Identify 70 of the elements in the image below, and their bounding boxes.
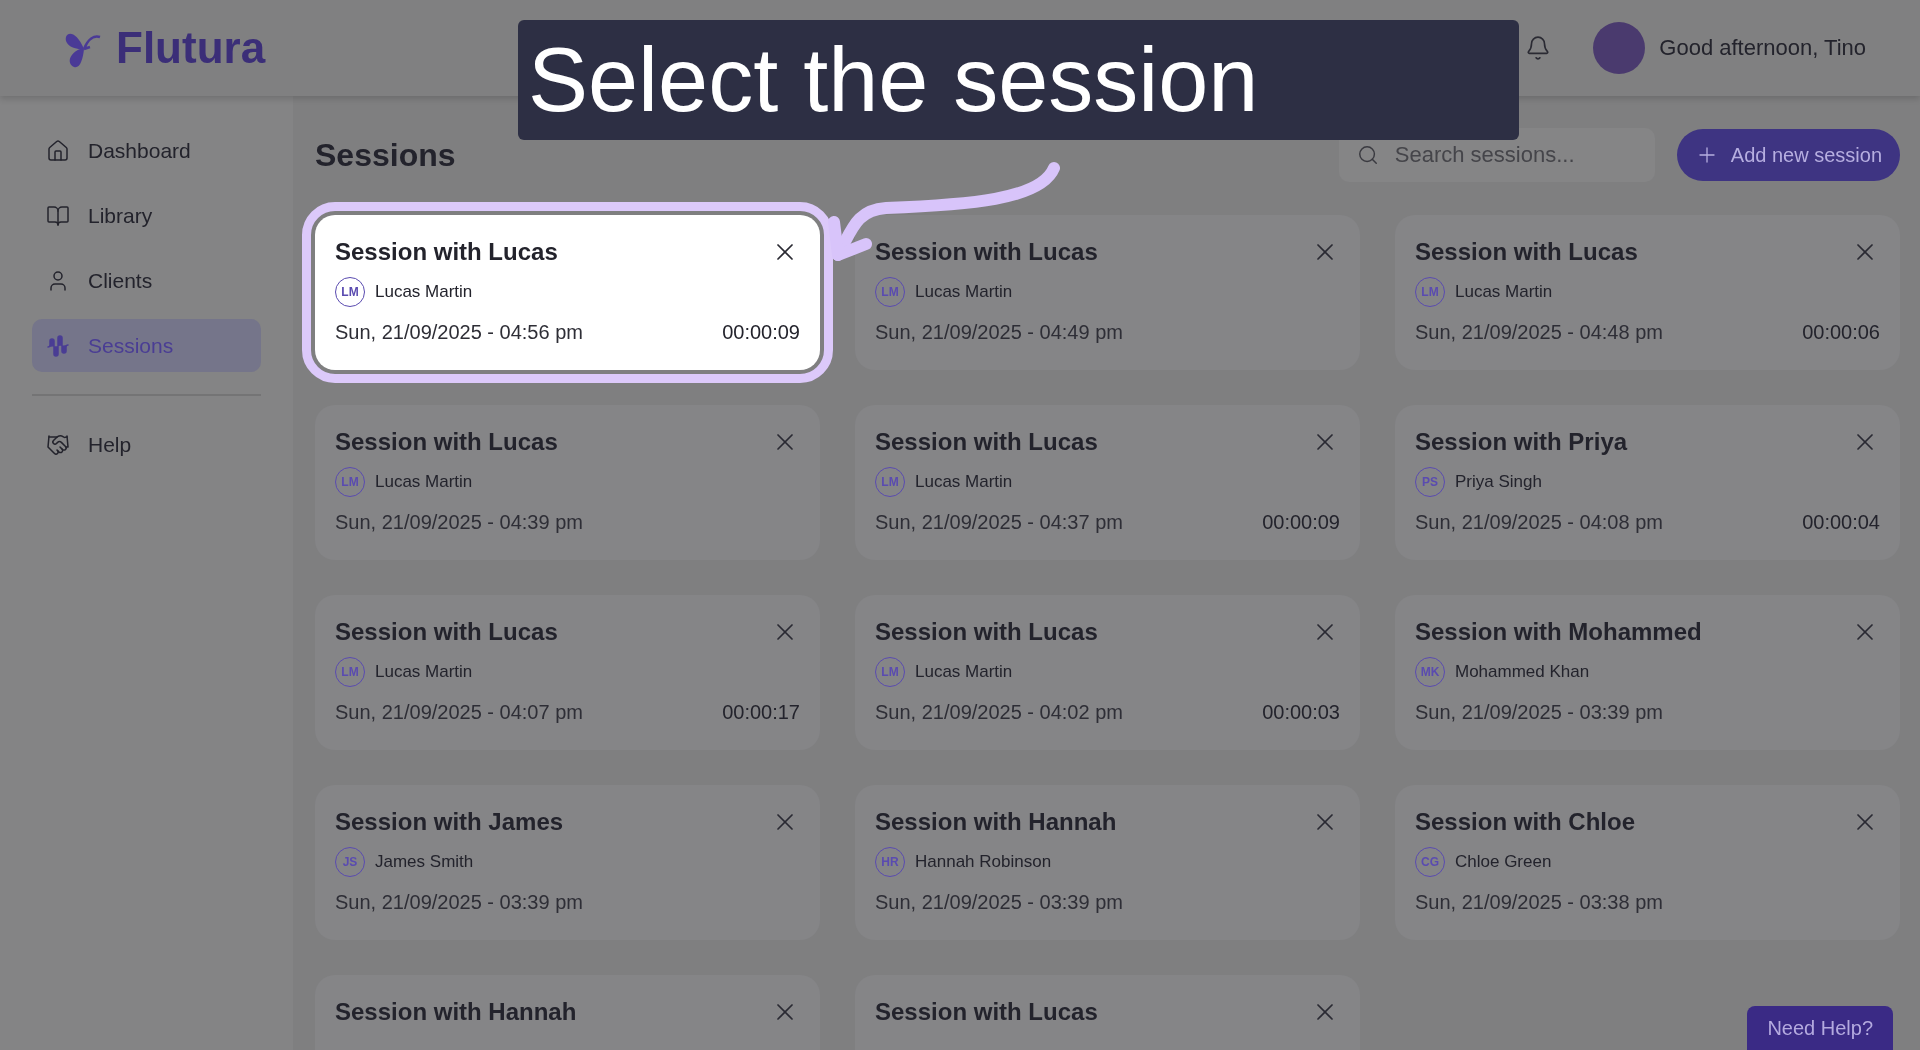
client-name: Lucas Martin — [915, 472, 1013, 492]
session-datetime: Sun, 21/09/2025 - 03:38 pm — [1415, 891, 1663, 914]
session-card[interactable]: Session with James JS James Smith Sun, 21/09/2025 - 03:39 pm — [315, 785, 820, 940]
session-card[interactable]: Session with Lucas LM Lucas Martin Sun, 21/09/2025 - 04:39 pm — [315, 405, 820, 560]
sidebar-item[interactable]: Library — [32, 189, 261, 242]
session-datetime: Sun, 21/09/2025 - 04:49 pm — [875, 321, 1123, 344]
session-card[interactable]: Session with Lucas LM Lucas Martin Sun, 21/09/2025 - 04:02 pm 00:00:03 — [855, 595, 1360, 750]
session-card[interactable]: Session with Lucas LM Lucas Martin Sun, 21/09/2025 - 04:37 pm 00:00:09 — [855, 405, 1360, 560]
session-title: Session with Mohammed — [1415, 618, 1702, 646]
session-datetime: Sun, 21/09/2025 - 04:48 pm — [1415, 321, 1663, 344]
session-card[interactable]: Session with Lucas LM Lucas Martin Sun, 21/09/2025 - 04:07 pm 00:00:17 — [315, 595, 820, 750]
nav-icon — [46, 203, 70, 228]
session-title: Session with Lucas — [335, 428, 558, 456]
session-title: Session with Lucas — [335, 618, 558, 646]
sidebar-item[interactable]: Help — [32, 418, 261, 471]
session-title: Session with James — [335, 808, 564, 836]
session-datetime: Sun, 21/09/2025 - 04:37 pm — [875, 511, 1123, 534]
session-datetime: Sun, 21/09/2025 - 04:02 pm — [875, 701, 1123, 724]
session-duration: 00:00:04 — [1802, 511, 1880, 534]
session-duration: 00:00:06 — [1802, 321, 1880, 344]
session-title: Session with Lucas — [1415, 238, 1638, 266]
session-title: Session with Lucas — [875, 618, 1098, 646]
client-name: Lucas Martin — [375, 282, 473, 302]
session-title: Session with Chloe — [1415, 808, 1636, 836]
nav-icon — [46, 138, 70, 163]
session-card[interactable]: Session with Chloe CG Chloe Green Sun, 21/09/2025 - 03:38 pm — [1395, 785, 1900, 940]
client-name: Lucas Martin — [1455, 282, 1553, 302]
session-card[interactable]: Session with Lucas LM Lucas Martin Sun, 21/09/2025 - 04:48 pm 00:00:06 — [1395, 215, 1900, 370]
need-help-button[interactable]: Need Help? — [1747, 1006, 1893, 1050]
session-datetime: Sun, 21/09/2025 - 04:08 pm — [1415, 511, 1663, 534]
client-name: James Smith — [375, 852, 474, 872]
session-card[interactable]: Session with Priya PS Priya Singh Sun, 21/09/2025 - 04:08 pm 00:00:04 — [1395, 405, 1900, 560]
session-duration: 00:00:03 — [1262, 701, 1340, 724]
page-title: Sessions — [315, 136, 456, 174]
session-card[interactable]: Session with Mohammed MK Mohammed Khan Sun, 21/09/2025 - 03:39 pm — [1395, 595, 1900, 750]
sidebar-item[interactable]: Clients — [32, 254, 261, 307]
session-datetime: Sun, 21/09/2025 - 04:07 pm — [335, 701, 583, 724]
client-name: Chloe Green — [1455, 852, 1552, 872]
greeting-text: Good afternoon, Tino — [1659, 35, 1866, 61]
client-name: Priya Singh — [1455, 472, 1542, 492]
add-session-button[interactable]: Add new session — [1676, 129, 1900, 181]
session-card[interactable]: Session with Hannah HR Hannah Robinson Sun, 21/09/2025 - 03:39 pm — [855, 785, 1360, 940]
nav-icon — [46, 333, 70, 358]
client-name: Mohammed Khan — [1455, 662, 1590, 682]
session-datetime: Sun, 21/09/2025 - 04:39 pm — [335, 511, 583, 534]
session-duration: 00:00:17 — [722, 701, 800, 724]
client-name: Lucas Martin — [915, 662, 1013, 682]
session-card[interactable]: Session with Lucas — [855, 975, 1360, 1050]
session-title: Session with Lucas — [875, 998, 1098, 1026]
client-name: Hannah Robinson — [915, 852, 1052, 872]
client-name: Lucas Martin — [375, 472, 473, 492]
session-title: Session with Lucas — [875, 428, 1098, 456]
session-title: Session with Hannah — [335, 998, 577, 1026]
session-title: Session with Hannah — [875, 808, 1117, 836]
avatar-placeholder[interactable] — [1593, 22, 1646, 74]
session-datetime: Sun, 21/09/2025 - 03:39 pm — [1415, 701, 1663, 724]
session-title: Session with Lucas — [335, 238, 558, 266]
instruction-tooltip: Select the session — [518, 20, 1519, 140]
session-datetime: Sun, 21/09/2025 - 03:39 pm — [875, 891, 1123, 914]
client-name: Lucas Martin — [375, 662, 473, 682]
session-card[interactable]: Session with Hannah — [315, 975, 820, 1050]
session-datetime: Sun, 21/09/2025 - 03:39 pm — [335, 891, 583, 914]
sidebar-item[interactable]: Dashboard — [32, 124, 261, 177]
logo-text: Flutura — [116, 23, 266, 73]
session-duration: 00:00:09 — [722, 321, 800, 344]
session-duration: 00:00:09 — [1262, 511, 1340, 534]
search-icon — [1356, 144, 1379, 166]
handshake-icon — [46, 432, 70, 457]
session-datetime: Sun, 21/09/2025 - 04:56 pm — [335, 321, 583, 344]
session-title: Session with Priya — [1415, 428, 1628, 456]
